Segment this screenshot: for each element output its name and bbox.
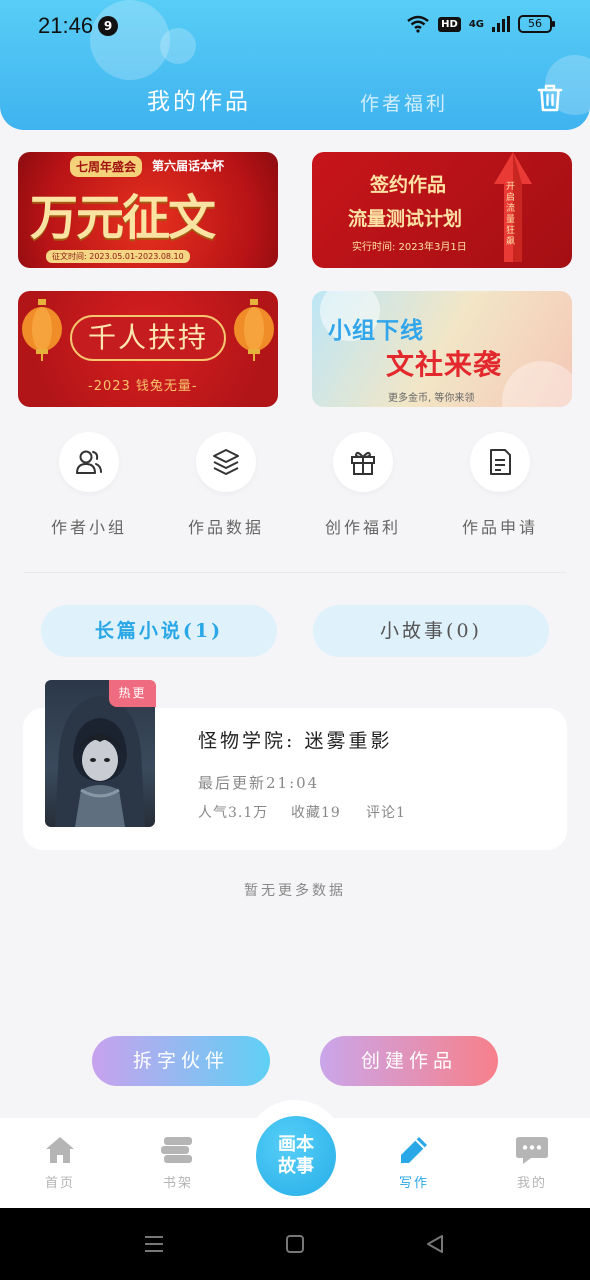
func-icon-circle [470, 432, 530, 492]
nav-bookshelf[interactable]: 书架 [138, 1134, 218, 1191]
banner-headline: 千人扶持 [70, 315, 226, 361]
document-icon [490, 449, 511, 475]
func-author-group[interactable]: 作者小组 [24, 432, 154, 538]
banner-subtitle: 征文时间: 2023.05.01-2023.08.10 [46, 250, 190, 263]
status-icons: HD 4G 56 [406, 15, 555, 33]
work-popularity: 人气3.1万 [198, 805, 269, 821]
tab-short-story[interactable]: 小故事(0) [313, 605, 549, 657]
layers-icon [213, 449, 239, 475]
pen-icon [401, 1137, 427, 1163]
banner-group-offline[interactable]: 小组下线 文社来袭 更多金币, 等你来领 [312, 291, 572, 407]
status-time: 21:46 [38, 13, 94, 38]
signal-icon [492, 16, 510, 32]
banner-subtitle: -2023 钱兔无量- [88, 379, 198, 394]
nav-label: 写作 [398, 1176, 429, 1191]
nav-mine[interactable]: 我的 [492, 1134, 572, 1191]
nav-home[interactable]: 首页 [20, 1134, 100, 1191]
arrow-text: 开启流量狂飙 [506, 182, 516, 247]
home-icon [46, 1137, 74, 1163]
hot-update-badge: 热更 [109, 680, 156, 707]
work-favorites: 收藏19 [291, 805, 341, 821]
hd-icon: HD [438, 16, 461, 32]
banner-headline: 万元征文 [30, 190, 216, 246]
bookshelf-icon [161, 1137, 192, 1163]
tab-author-benefits[interactable]: 作者福利 [360, 89, 448, 116]
func-icon-circle [196, 432, 256, 492]
divider [24, 572, 566, 573]
back-icon[interactable] [424, 1233, 446, 1255]
header: 21:46 9 HD 4G 56 我的作品 作者福利 [0, 0, 590, 130]
banner-tag: 第六届话本杯 [152, 159, 225, 173]
func-label: 作品数据 [187, 518, 264, 537]
lantern-icon [22, 299, 62, 361]
banner-signed-works[interactable]: 签约作品 流量测试计划 实行时间: 2023年3月1日 开启流量狂飙 [312, 152, 572, 268]
status-bar: 21:46 9 HD 4G 56 [0, 0, 590, 52]
nav-label: 首页 [44, 1176, 75, 1191]
tab-long-novel[interactable]: 长篇小说(1) [41, 605, 277, 657]
func-work-application[interactable]: 作品申请 [435, 432, 565, 538]
trash-icon[interactable] [536, 83, 564, 113]
banner-line1: 小组下线 [328, 317, 424, 344]
func-label: 创作福利 [324, 518, 401, 537]
func-icon-circle [59, 432, 119, 492]
func-icon-circle [333, 432, 393, 492]
chat-icon [516, 1137, 548, 1164]
create-work-button[interactable]: 创建作品 [320, 1036, 498, 1086]
nav-write[interactable]: 写作 [374, 1134, 454, 1191]
notification-badge: 9 [98, 16, 118, 36]
partner-button[interactable]: 拆字伙伴 [92, 1036, 270, 1086]
work-title[interactable]: 怪物学院: 迷雾重影 [198, 726, 392, 753]
lantern-icon [234, 299, 274, 361]
decor-circle [502, 361, 572, 407]
banner-line3: 实行时间: 2023年3月1日 [352, 242, 467, 253]
func-label: 作者小组 [50, 518, 127, 537]
center-label-line1: 画本 [278, 1134, 314, 1155]
func-creation-benefits[interactable]: 创作福利 [298, 432, 428, 538]
network-label: 4G [468, 18, 484, 30]
work-comments: 评论1 [366, 805, 406, 821]
func-label: 作品申请 [461, 518, 538, 537]
banner-line2: 文社来袭 [386, 348, 503, 381]
banner-line1: 签约作品 [370, 174, 447, 196]
nav-label: 我的 [516, 1176, 547, 1191]
center-label-line2: 故事 [278, 1156, 314, 1177]
users-icon [76, 450, 102, 474]
wifi-icon [407, 15, 429, 33]
center-story-button[interactable]: 画本 故事 [256, 1116, 336, 1196]
banner-line2: 流量测试计划 [348, 208, 463, 230]
battery-icon: 56 [518, 15, 555, 33]
banner-support[interactable]: 千人扶持 -2023 钱兔无量- [18, 291, 278, 407]
no-more-data: 暂无更多数据 [244, 883, 346, 899]
banner-badge: 七周年盛会 [70, 156, 143, 177]
work-updated-time: 最后更新21:04 [198, 774, 320, 792]
menu-icon[interactable] [143, 1233, 165, 1255]
tab-my-works[interactable]: 我的作品 [147, 82, 251, 116]
func-work-data[interactable]: 作品数据 [161, 432, 291, 538]
banner-essay-contest[interactable]: 七周年盛会 第六届话本杯 万元征文 征文时间: 2023.05.01-2023.… [18, 152, 278, 268]
nav-label: 书架 [162, 1176, 193, 1191]
banner-line3: 更多金币, 等你来领 [388, 393, 475, 404]
home-square-icon[interactable] [284, 1233, 306, 1255]
gift-icon [351, 451, 375, 475]
system-nav-bar [0, 1208, 590, 1280]
